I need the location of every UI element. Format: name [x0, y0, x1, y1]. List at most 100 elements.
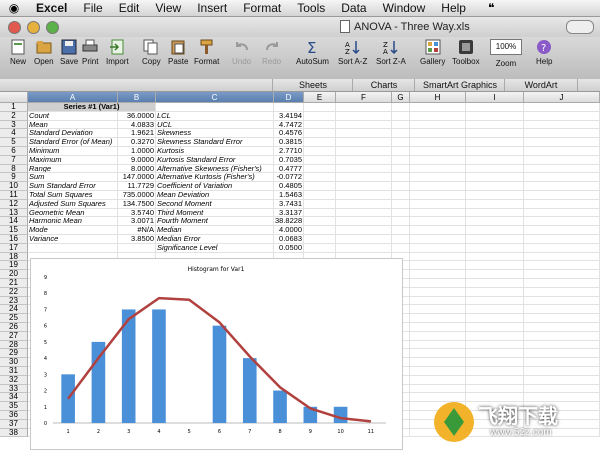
- empty-cell[interactable]: [392, 164, 410, 174]
- empty-cell[interactable]: [392, 138, 410, 147]
- empty-cell[interactable]: [336, 138, 392, 147]
- empty-cell[interactable]: [466, 296, 524, 306]
- cell-c5[interactable]: Skewness Standard Error: [156, 138, 274, 147]
- cell-b12[interactable]: 134.7500: [118, 199, 156, 209]
- empty-cell[interactable]: [466, 314, 524, 323]
- empty-cell[interactable]: [304, 235, 336, 244]
- empty-cell[interactable]: [524, 217, 600, 227]
- toolbox-button[interactable]: Toolbox: [452, 39, 480, 66]
- empty-cell[interactable]: [410, 217, 466, 227]
- cell-b13[interactable]: 3.5740: [118, 208, 156, 218]
- row-header[interactable]: 38: [0, 428, 28, 438]
- cell-b8[interactable]: 8.0000: [118, 164, 156, 174]
- empty-cell[interactable]: [466, 155, 524, 165]
- menu-edit[interactable]: Edit: [111, 1, 148, 15]
- cell-a2[interactable]: Count: [28, 111, 118, 121]
- empty-cell[interactable]: [524, 199, 600, 209]
- cell-d11[interactable]: 1.5463: [274, 191, 304, 200]
- empty-cell[interactable]: [336, 226, 392, 235]
- cell-b14[interactable]: 3.0071: [118, 217, 156, 227]
- empty-cell[interactable]: [410, 120, 466, 130]
- empty-cell[interactable]: [410, 305, 466, 315]
- empty-cell[interactable]: [410, 261, 466, 271]
- empty-cell[interactable]: [524, 243, 600, 253]
- cell-d4[interactable]: 0.4576: [274, 129, 304, 139]
- empty-cell[interactable]: [524, 103, 600, 112]
- cell-c11[interactable]: Mean Deviation: [156, 191, 274, 200]
- empty-cell[interactable]: [392, 199, 410, 209]
- cell-b11[interactable]: 735.0000: [118, 191, 156, 200]
- column-header-d[interactable]: D: [274, 92, 304, 103]
- empty-cell[interactable]: [304, 226, 336, 235]
- cell-c4[interactable]: Skewness: [156, 129, 274, 139]
- sort-a-z-button[interactable]: A Z Sort A-Z: [338, 39, 367, 66]
- empty-cell[interactable]: [524, 287, 600, 297]
- empty-cell[interactable]: [524, 235, 600, 244]
- empty-cell[interactable]: [304, 129, 336, 139]
- cell-c10[interactable]: Coefficient of Variation: [156, 182, 274, 191]
- empty-cell[interactable]: [336, 199, 392, 209]
- empty-cell[interactable]: [524, 261, 600, 271]
- empty-cell[interactable]: [304, 164, 336, 174]
- cell-c14[interactable]: Fourth Moment: [156, 217, 274, 227]
- cell-c8[interactable]: Alternative Skewness (Fisher's): [156, 164, 274, 174]
- cell-c16[interactable]: Median Error: [156, 235, 274, 244]
- empty-cell[interactable]: [466, 164, 524, 174]
- histogram-chart[interactable]: Histogram for Var1 0 1 2 3 4 5 6 7 8 9 1 2 3 4 5 6 7 8 9 10…: [30, 258, 403, 450]
- empty-cell[interactable]: [466, 173, 524, 183]
- empty-cell[interactable]: [336, 147, 392, 156]
- empty-cell[interactable]: [304, 173, 336, 183]
- undo-button[interactable]: Undo: [232, 39, 251, 66]
- cell-b4[interactable]: 1.9621: [118, 129, 156, 139]
- empty-cell[interactable]: [410, 173, 466, 183]
- cell-b15[interactable]: #N/A: [118, 226, 156, 235]
- cell-d9[interactable]: -0.0772: [274, 173, 304, 183]
- cell-c17[interactable]: Significance Level: [156, 243, 274, 253]
- zoom-control[interactable]: 100% Zoom: [490, 39, 522, 68]
- empty-cell[interactable]: [392, 120, 410, 130]
- import-button[interactable]: Import: [106, 39, 129, 66]
- empty-cell[interactable]: [466, 208, 524, 218]
- empty-cell[interactable]: [304, 138, 336, 147]
- cell-a9[interactable]: Sum: [28, 173, 118, 183]
- gallery-button[interactable]: Gallery: [420, 39, 445, 66]
- cell-b16[interactable]: 3.8500: [118, 235, 156, 244]
- empty-cell[interactable]: [466, 340, 524, 350]
- cell-d6[interactable]: 2.7710: [274, 147, 304, 156]
- empty-cell[interactable]: [410, 138, 466, 147]
- copy-button[interactable]: Copy: [142, 39, 161, 66]
- paste-button[interactable]: Paste: [168, 39, 188, 66]
- cell-a15[interactable]: Mode: [28, 226, 118, 235]
- menu-tools[interactable]: Tools: [289, 1, 333, 15]
- empty-cell[interactable]: [466, 129, 524, 139]
- cell-d8[interactable]: 0.4777: [274, 164, 304, 174]
- empty-cell[interactable]: [466, 103, 524, 112]
- empty-cell[interactable]: [466, 191, 524, 200]
- empty-cell[interactable]: [466, 111, 524, 121]
- empty-cell[interactable]: [392, 103, 410, 112]
- empty-cell[interactable]: [410, 340, 466, 350]
- empty-cell[interactable]: [392, 217, 410, 227]
- empty-cell[interactable]: [304, 111, 336, 121]
- empty-cell[interactable]: [410, 349, 466, 359]
- menu-help[interactable]: Help: [433, 1, 474, 15]
- empty-cell[interactable]: [466, 235, 524, 244]
- empty-cell[interactable]: [392, 243, 410, 253]
- empty-cell[interactable]: [410, 129, 466, 139]
- column-header-a[interactable]: A: [28, 92, 118, 103]
- empty-cell[interactable]: [524, 226, 600, 235]
- empty-cell[interactable]: [524, 270, 600, 279]
- empty-cell[interactable]: [524, 323, 600, 332]
- empty-cell[interactable]: [304, 103, 336, 112]
- menu-file[interactable]: File: [75, 1, 110, 15]
- empty-cell[interactable]: [392, 191, 410, 200]
- cell-d17[interactable]: 0.0500: [274, 243, 304, 253]
- cell-a6[interactable]: Minimum: [28, 147, 118, 156]
- empty-cell[interactable]: [524, 358, 600, 367]
- empty-cell[interactable]: [410, 208, 466, 218]
- zoom-select[interactable]: 100%: [490, 39, 522, 55]
- empty-cell[interactable]: [410, 191, 466, 200]
- empty-cell[interactable]: [466, 182, 524, 191]
- empty-cell[interactable]: [466, 261, 524, 271]
- empty-cell[interactable]: [524, 296, 600, 306]
